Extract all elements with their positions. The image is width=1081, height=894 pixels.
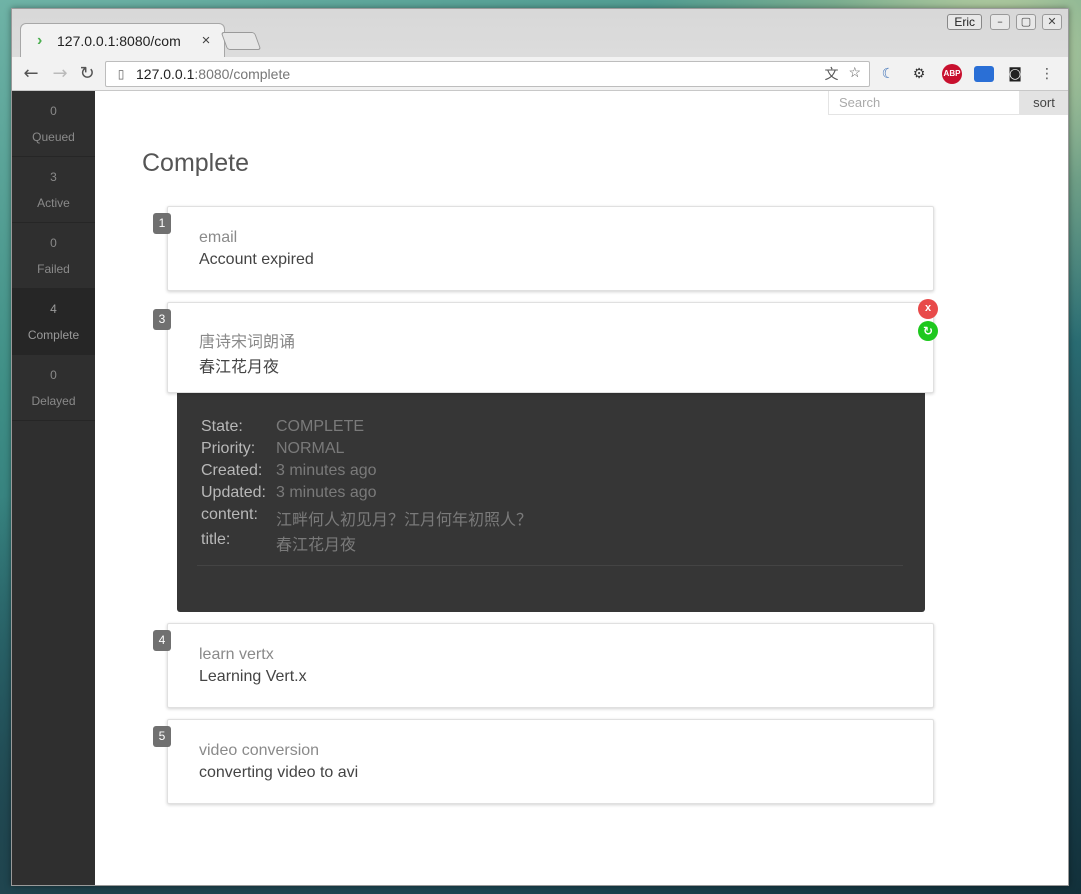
sidebar-count: 0 xyxy=(50,367,57,382)
restart-job-icon[interactable]: ↻ xyxy=(918,321,938,341)
job-id-badge: 1 xyxy=(153,213,171,234)
sidebar-count: 4 xyxy=(50,301,57,316)
job-type: learn vertx xyxy=(199,646,274,663)
forward-arrow-icon[interactable]: → xyxy=(49,63,71,85)
gear-extension-icon[interactable]: ⚙ xyxy=(909,64,929,84)
detail-label: Updated: xyxy=(201,484,266,501)
page-title: Complete xyxy=(142,149,249,177)
sort-button[interactable]: sort xyxy=(1020,91,1068,115)
sidebar-item-active[interactable]: 3 Active xyxy=(12,157,95,223)
sidebar-label: Active xyxy=(37,195,70,210)
sidebar-label: Queued xyxy=(32,129,75,144)
job-card[interactable]: 5 video conversion converting video to a… xyxy=(153,719,934,804)
page-icon: ▯ xyxy=(117,67,125,81)
sidebar-item-delayed[interactable]: 0 Delayed xyxy=(12,355,95,421)
job-title: 春江花月夜 xyxy=(199,359,280,376)
sidebar-item-complete[interactable]: 4 Complete xyxy=(12,289,95,355)
sidebar-label: Delayed xyxy=(31,393,76,408)
detail-value: 江畔何人初见月？江月何年初照人？ xyxy=(276,512,533,529)
url-path: :8080/complete xyxy=(194,66,291,82)
job-card[interactable]: 3 唐诗宋词朗诵 春江花月夜 x ↻ xyxy=(153,299,938,393)
search-input[interactable] xyxy=(828,91,1020,115)
new-tab-button[interactable] xyxy=(220,32,262,50)
job-title: converting video to avi xyxy=(199,764,359,781)
blue-extension-icon[interactable] xyxy=(974,66,994,82)
sidebar-count: 0 xyxy=(50,103,57,118)
favicon-icon: › xyxy=(37,31,43,49)
job-card[interactable]: 1 email Account expired xyxy=(153,206,934,291)
remove-job-button[interactable]: x xyxy=(918,299,938,319)
job-type: email xyxy=(199,229,238,246)
job-type: video conversion xyxy=(199,742,320,759)
detail-value: NORMAL xyxy=(276,440,345,457)
title-bar: › 127.0.0.1:8080/com × Eric – ▢ ✕ xyxy=(12,9,1068,57)
maximize-icon[interactable]: ▢ xyxy=(1016,14,1036,30)
tab-title: 127.0.0.1:8080/com xyxy=(57,32,181,49)
sidebar-item-queued[interactable]: 0 Queued xyxy=(12,91,95,157)
sidebar-count: 3 xyxy=(50,169,57,184)
crescent-extension-icon[interactable]: ☾ xyxy=(878,64,898,84)
sidebar-count: 0 xyxy=(50,235,57,250)
job-id-badge: 3 xyxy=(153,309,171,330)
back-arrow-icon[interactable]: ← xyxy=(20,63,42,85)
bookmark-star-icon[interactable]: ☆ xyxy=(848,64,861,84)
profile-badge[interactable]: Eric xyxy=(947,14,982,30)
detail-value: 3 minutes ago xyxy=(276,462,377,479)
job-title: Account expired xyxy=(199,251,314,268)
browser-window: › 127.0.0.1:8080/com × Eric – ▢ ✕ ← → ↻ … xyxy=(11,8,1069,886)
address-bar[interactable]: ▯ 127.0.0.1 :8080/complete 文 ☆ xyxy=(105,61,870,87)
detail-value: 3 minutes ago xyxy=(276,484,377,501)
tab-close-icon[interactable]: × xyxy=(196,32,216,49)
detail-value: COMPLETE xyxy=(276,418,365,435)
job-title: Learning Vert.x xyxy=(199,668,307,685)
main-panel: sort Complete 1 email Account expired St… xyxy=(95,91,1068,885)
sidebar-label: Failed xyxy=(37,261,70,276)
job-details-panel: State: COMPLETE Priority: NORMAL Created: 3… xyxy=(177,393,925,612)
detail-label: Priority: xyxy=(201,440,256,457)
details-divider xyxy=(197,565,903,566)
sidebar: 0 Queued 3 Active 0 Failed 4 Complete 0 … xyxy=(12,91,95,885)
reload-icon[interactable]: ↻ xyxy=(76,63,98,85)
detail-label: title: xyxy=(201,531,231,548)
close-window-icon[interactable]: ✕ xyxy=(1042,14,1062,30)
translate-icon[interactable]: 文 xyxy=(824,64,838,84)
job-card[interactable]: 4 learn vertx Learning Vert.x xyxy=(153,623,934,708)
glasses-extension-icon[interactable]: ◙ xyxy=(1005,64,1025,84)
adblock-extension-icon[interactable]: ABP xyxy=(942,64,962,84)
browser-tab[interactable]: › 127.0.0.1:8080/com × xyxy=(20,23,225,57)
detail-value: 春江花月夜 xyxy=(276,537,357,554)
browser-toolbar: ← → ↻ ▯ 127.0.0.1 :8080/complete 文 ☆ ☾ ⚙… xyxy=(12,57,1068,91)
job-type: 唐诗宋词朗诵 xyxy=(199,334,296,351)
job-id-badge: 4 xyxy=(153,630,171,651)
job-details-table: State: COMPLETE Priority: NORMAL Created: 3… xyxy=(201,418,532,555)
job-id-badge: 5 xyxy=(153,726,171,747)
sidebar-label: Complete xyxy=(27,327,80,342)
minimize-icon[interactable]: – xyxy=(990,14,1010,30)
page-content: 0 Queued 3 Active 0 Failed 4 Complete 0 … xyxy=(12,91,1068,885)
url-host: 127.0.0.1 xyxy=(136,66,195,82)
sidebar-item-failed[interactable]: 0 Failed xyxy=(12,223,95,289)
menu-dots-icon[interactable]: ⋮ xyxy=(1037,64,1057,84)
detail-label: content: xyxy=(201,506,258,523)
detail-label: State: xyxy=(201,418,243,435)
detail-label: Created: xyxy=(201,462,263,479)
